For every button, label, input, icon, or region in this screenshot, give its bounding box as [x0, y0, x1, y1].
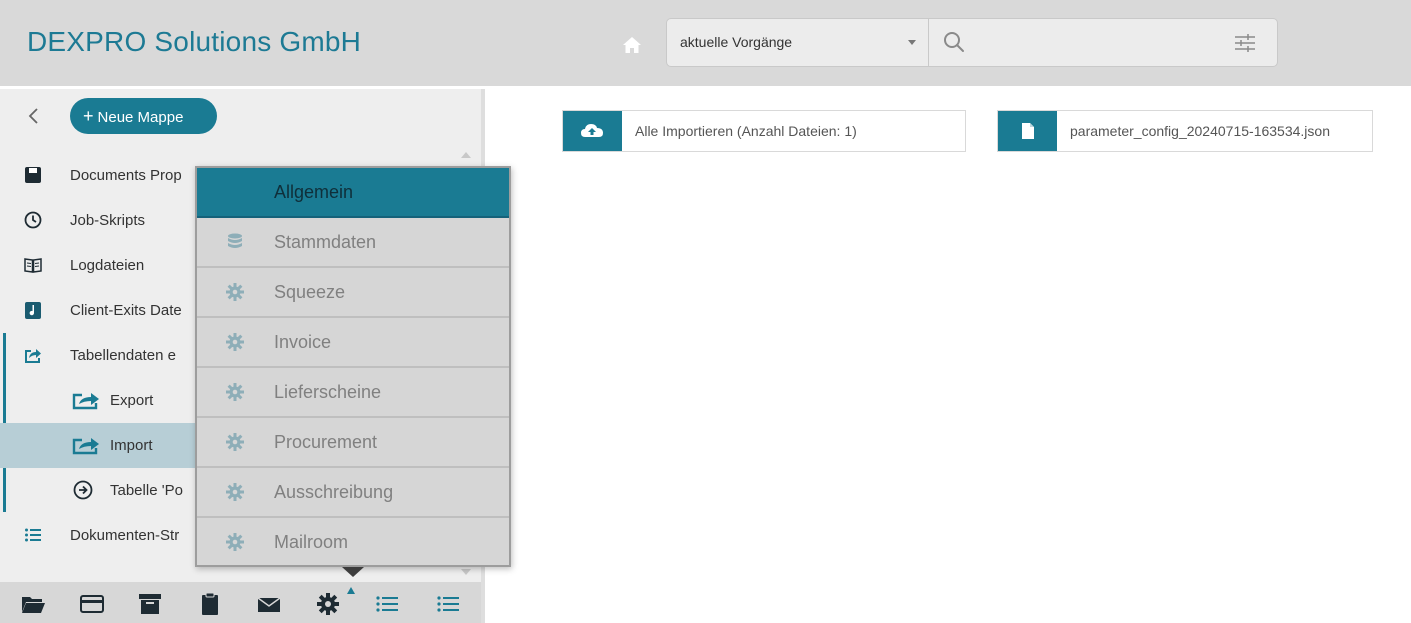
dropdown-pointer	[342, 567, 364, 577]
plus-icon: +	[83, 106, 94, 126]
menu-item-lieferscheine[interactable]: Lieferscheine	[197, 368, 509, 418]
clipboard-icon[interactable]	[197, 591, 223, 617]
music-note-icon	[25, 302, 41, 319]
arrow-circle-icon	[73, 480, 93, 500]
search-input[interactable]	[973, 25, 1223, 59]
file-icon	[998, 111, 1057, 151]
company-title: DEXPRO Solutions GmbH	[27, 26, 362, 57]
credit-card-icon[interactable]	[79, 591, 105, 617]
menu-item-invoice[interactable]: Invoice	[197, 318, 509, 368]
folder-open-icon[interactable]	[20, 591, 46, 617]
new-folder-button[interactable]: + Neue Mappe	[70, 98, 217, 134]
gear-icon[interactable]	[315, 591, 341, 617]
clock-icon	[24, 211, 42, 229]
sidebar-item-label: Tabelle 'Po	[110, 482, 183, 499]
settings-dropdown-menu: Allgemein Stammdaten Squeeze Invoice Lie…	[195, 166, 511, 567]
share-icon	[72, 393, 99, 410]
scroll-down-arrow[interactable]	[461, 569, 471, 575]
book-icon	[24, 258, 42, 273]
menu-item-ausschreibung[interactable]: Ausschreibung	[197, 468, 509, 518]
cloud-upload-icon	[563, 111, 622, 151]
app-window: DEXPRO Solutions GmbH aktuelle Vorgänge	[0, 0, 1411, 623]
menu-item-label: Stammdaten	[274, 232, 377, 252]
archive-icon[interactable]	[137, 591, 163, 617]
cloud-upload-svg	[581, 124, 603, 137]
menu-item-mailroom[interactable]: Mailroom	[197, 518, 509, 565]
sidebar-item-label: Documents Prop	[70, 167, 182, 184]
database-icon	[228, 233, 242, 248]
list-icon	[25, 528, 41, 542]
menu-item-allgemein[interactable]: Allgemein	[197, 168, 509, 218]
filter-sliders-icon[interactable]	[1233, 31, 1257, 55]
menu-item-procurement[interactable]: Procurement	[197, 418, 509, 468]
file-name-label: parameter_config_20240715-163534.json	[1070, 123, 1330, 139]
import-all-button[interactable]: Alle Importieren (Anzahl Dateien: 1)	[562, 110, 966, 152]
search-icon[interactable]	[942, 30, 966, 54]
import-all-label: Alle Importieren (Anzahl Dateien: 1)	[635, 123, 857, 139]
menu-item-label: Lieferscheine	[274, 382, 382, 402]
menu-item-label: Allgemein	[274, 182, 354, 202]
new-folder-label: Neue Mappe	[97, 109, 184, 126]
gear-icon	[226, 283, 244, 301]
gear-icon	[226, 533, 244, 551]
menu-item-stammdaten[interactable]: Stammdaten	[197, 218, 509, 268]
menu-item-label: Procurement	[274, 432, 378, 452]
gear-icon	[226, 333, 244, 351]
sidebar-item-label: Job-Skripts	[70, 212, 146, 229]
chevron-left-icon[interactable]	[26, 107, 42, 125]
sidebar-item-label: Tabellendaten e	[70, 347, 176, 364]
home-icon[interactable]	[622, 35, 642, 55]
sidebar-item-label: Export	[110, 392, 154, 409]
header-bar: DEXPRO Solutions GmbH aktuelle Vorgänge	[0, 0, 1411, 86]
envelope-icon[interactable]	[256, 591, 282, 617]
share-icon	[72, 438, 99, 455]
gear-icon	[226, 433, 244, 451]
list-icon[interactable]	[374, 591, 400, 617]
sidebar-item-label: Logdateien	[70, 257, 145, 274]
list-icon[interactable]	[435, 591, 461, 617]
sidebar-toolbar	[0, 582, 481, 623]
floppy-disk-icon	[25, 167, 41, 183]
menu-item-squeeze[interactable]: Squeeze	[197, 268, 509, 318]
gear-icon	[226, 383, 244, 401]
search-scope-select[interactable]: aktuelle Vorgänge	[667, 19, 929, 66]
share-icon	[25, 349, 41, 363]
sidebar-item-label: Dokumenten-Str	[70, 527, 180, 544]
menu-item-label: Mailroom	[274, 532, 349, 552]
menu-item-label: Ausschreibung	[274, 482, 394, 502]
menu-item-label: Invoice	[274, 332, 332, 352]
chevron-down-icon	[908, 40, 916, 45]
sidebar-item-label: Client-Exits Date	[70, 302, 182, 319]
gear-icon	[226, 483, 244, 501]
file-svg	[1022, 123, 1034, 139]
search-bar: aktuelle Vorgänge	[666, 18, 1278, 67]
search-scope-value: aktuelle Vorgänge	[680, 34, 793, 50]
menu-item-label: Squeeze	[274, 282, 346, 302]
sidebar-item-label: Import	[110, 437, 153, 454]
file-item[interactable]: parameter_config_20240715-163534.json	[997, 110, 1373, 152]
caret-up-icon	[347, 587, 355, 594]
